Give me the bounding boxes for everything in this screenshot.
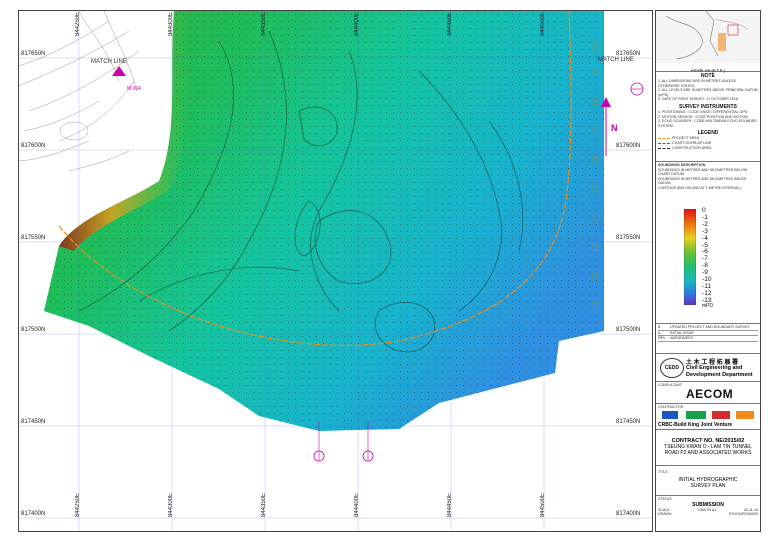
keyplan-map	[656, 10, 760, 63]
right-coord-label: 817600N	[616, 143, 641, 149]
revision-description: UPDATED PROJECT AND BOUNDARY SURVEY	[670, 325, 750, 329]
contract-title-line-2: ROAD P2 AND ASSOCIATED WORKS	[664, 450, 752, 456]
section-label: L9	[592, 69, 599, 77]
consultant-panel: CONSULTANT AECOM	[656, 381, 760, 403]
legend-swatch	[658, 147, 670, 149]
revision-row: REV AMENDMENT	[658, 336, 758, 342]
contractor-logos	[662, 411, 754, 419]
jv-name: CRBC-Build King Joint Venture	[658, 422, 733, 428]
soundings-list: SOUNDINGS IN METRES AND DECIMETRES BELOW…	[658, 168, 758, 191]
contract-panel: CONTRACT NO. NE/2015/02 TSEUNG KWAN O - …	[656, 429, 760, 459]
bathymetry-svg	[19, 11, 652, 531]
north-label: N	[611, 123, 618, 133]
matchline-left-label: MATCH LINE	[91, 59, 127, 65]
keyplan-panel: KEYPLAN (N.T.S.)	[656, 10, 760, 73]
section-label: L2	[592, 272, 599, 280]
revision-description: AMENDMENT	[670, 336, 694, 341]
section-label: L5	[592, 185, 599, 193]
right-coord-label: 817500N	[616, 327, 641, 333]
contractor-panel: CONTRACTOR CRBC-Build King Joint Venture	[656, 403, 760, 429]
note-item: 3. DATE OF FIRST SURVEY: 17 OCTOBER 2016…	[658, 97, 739, 102]
right-coord-label: 817400N	[616, 511, 641, 517]
left-coord-label: 817650N	[21, 51, 46, 57]
section-label: L6	[592, 156, 599, 164]
section-label: L4	[592, 214, 599, 222]
revision-code: REV	[658, 336, 666, 341]
matchline-marker	[630, 82, 644, 96]
title-label: TITLE	[658, 470, 668, 474]
status-panel: STATUS SUBMISSION SCALE 1:800 IN A1 03-1…	[656, 495, 760, 531]
section-label: L1	[592, 301, 599, 309]
note-item: 1. ALL DIMENSIONS ARE IN METRES UNLESS O…	[658, 79, 736, 88]
cedd-name-line-1: Civil Engineering and	[686, 365, 743, 371]
revision-code: A	[658, 330, 661, 335]
aecom-logo: AECOM	[686, 387, 734, 401]
consultant-label: CONSULTANT	[658, 383, 682, 387]
left-coord-label: 817600N	[21, 143, 46, 149]
section-label: L3	[592, 243, 599, 251]
legend-swatch	[658, 138, 670, 140]
drawing-title-line-2: SURVEY PLAN	[690, 482, 726, 489]
right-coord-label: 817650N	[616, 51, 641, 57]
top-coord-label: 844250E	[75, 12, 81, 37]
cedd-logo: CEDD	[660, 358, 684, 378]
sounding-item: CONTOUR (BELOW AND AT 1 METRE INTERVAL)	[658, 185, 741, 190]
top-coord-label: 844450E	[447, 12, 453, 37]
instrument-item: 3. ECHO SOUNDER : CODE MULTIBEAM ECHO SO…	[658, 119, 757, 128]
left-coord-label: 817550N	[21, 235, 46, 241]
marker-label: M.004	[127, 86, 141, 92]
drawing-sheet: MATCH LINE MATCH LINE M.004 N L1 L2 L3 L4 L5…	[0, 0, 768, 542]
note-item: 2. ALL LEVELS ARE IN METRES ABOVE PRINCI…	[658, 88, 758, 97]
bottom-coord-label: 844500E	[540, 493, 546, 518]
left-coord-label: 817500N	[21, 327, 46, 333]
section-label: L10	[592, 40, 599, 52]
bottom-coord-label: 844300E	[168, 493, 174, 518]
left-coord-label: 817400N	[21, 511, 46, 517]
top-coord-label: 844300E	[168, 12, 174, 37]
bottom-coord-label: 844250E	[75, 493, 81, 518]
bottom-coord-label: 844450E	[447, 493, 453, 518]
legend-swatch	[658, 142, 670, 144]
top-coord-label: 844350E	[261, 12, 267, 37]
legend-list: PROJECT AREA CHART OVERLAP LINE CONSTRUCTI…	[658, 136, 758, 150]
legend-item: CONSTRUCTION AREA	[658, 146, 758, 151]
drawn-label: DRAWN	[658, 512, 672, 517]
hydrographic-map: MATCH LINE MATCH LINE M.004 N L1 L2 L3 L4 L5…	[18, 10, 653, 532]
notes-panel: NOTE 1. ALL DIMENSIONS ARE IN METRES UNL…	[656, 71, 760, 161]
sounding-item: SOUNDINGS IN METRES AND DECIMETRES BELOW…	[658, 167, 748, 177]
revision-description: INITIAL ISSUE	[670, 330, 694, 335]
bottom-coord-label: 844350E	[261, 493, 267, 518]
revision-table: B UPDATED PROJECT AND BOUNDARY SURVEY A INI…	[656, 323, 760, 353]
drawing-number: P2G/SURV/M/000	[728, 512, 758, 517]
bottom-coord-label: 844400E	[354, 493, 360, 518]
scale-unit: mPD	[702, 303, 714, 309]
right-coord-label: 817550N	[616, 235, 641, 241]
revision-list: B UPDATED PROJECT AND BOUNDARY SURVEY A INI…	[658, 325, 758, 342]
title-block: KEYPLAN (N.T.S.) NOTE 1. ALL DIMENSIONS …	[655, 10, 761, 532]
section-label: L7	[592, 127, 599, 135]
left-coord-label: 817450N	[21, 419, 46, 425]
legend-label: CONSTRUCTION AREA	[672, 145, 712, 150]
m004-marker	[112, 66, 126, 76]
matchline-right-label: MATCH LINE	[598, 57, 634, 63]
drawing-title-panel: TITLE INITIAL HYDROGRAPHIC SURVEY PLAN	[656, 465, 760, 495]
right-coord-label: 817450N	[616, 419, 641, 425]
top-coord-label: 844400E	[354, 12, 360, 37]
cedd-panel: CEDD 土 木 工 程 拓 展 署 Civil Engineering and…	[656, 353, 760, 381]
sounding-item: SOUNDINGS IN METRES AND DECIMETRES ABOVE…	[658, 176, 747, 186]
section-label: L8	[592, 98, 599, 106]
scale-value: 1:800 IN A1	[697, 507, 717, 512]
notes-list: 1. ALL DIMENSIONS ARE IN METRES UNLESS O…	[658, 79, 758, 102]
cedd-name-line-2: Development Department	[686, 372, 753, 378]
depth-color-scale	[684, 209, 696, 305]
instruments-list: 1. POSITIONING : CODE GNSS / DIFFERENTIA…	[658, 110, 758, 128]
top-coord-label: 844500E	[540, 12, 546, 37]
revision-code: B	[658, 325, 661, 329]
